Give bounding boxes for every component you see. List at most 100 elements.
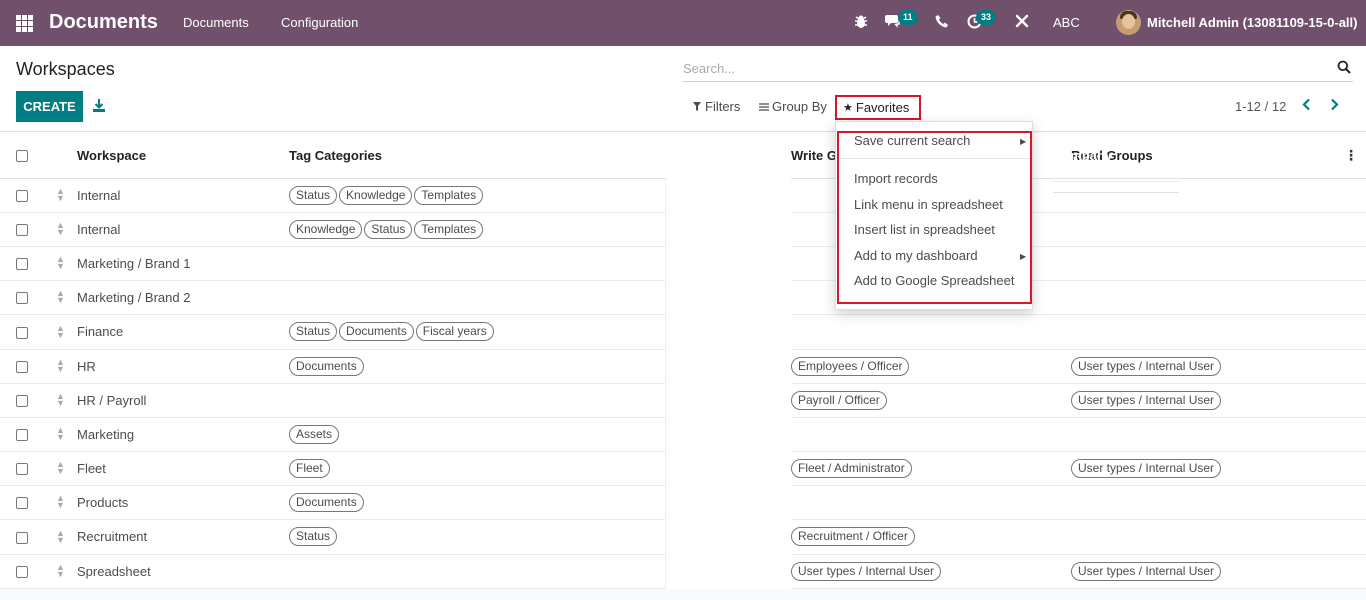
select-all-checkbox[interactable]: [16, 150, 28, 163]
table-row[interactable]: ▲ ▼ Marketing / Brand 2: [0, 181, 1366, 315]
row-checkbox[interactable]: [16, 497, 28, 510]
favorites-item-save-search[interactable]: Save current search: [854, 133, 970, 148]
table-row[interactable]: ▲ ▼ Fleet Fleet Fleet / Administrator User ty…: [0, 181, 1366, 486]
filter-icon: [693, 102, 701, 111]
row-checkbox[interactable]: [16, 429, 28, 442]
phone-icon[interactable]: [935, 14, 949, 33]
tag-badge: User types / Internal User: [1071, 458, 1222, 478]
app-brand[interactable]: Documents: [49, 11, 158, 34]
optional-columns-cell: ⋮: [1336, 133, 1366, 179]
row-checkbox[interactable]: [16, 566, 28, 579]
row-checkbox[interactable]: [16, 190, 28, 203]
download-icon[interactable]: [93, 99, 105, 112]
tag-categories-cell: Status Documents Fiscal years: [289, 314, 666, 350]
row-select-cell: [0, 212, 44, 247]
select-all-cell: [0, 133, 44, 179]
pager-next-icon[interactable]: [1330, 98, 1339, 114]
debug-bug-icon[interactable]: [854, 14, 868, 34]
drag-handle-icon[interactable]: ▲ ▼: [44, 280, 77, 315]
write-groups-cell: [791, 314, 1071, 350]
drag-handle-icon[interactable]: ▲ ▼: [44, 417, 77, 452]
drag-handle-icon[interactable]: ▲ ▼: [44, 383, 77, 418]
user-avatar[interactable]: [1116, 10, 1141, 35]
drag-handle-icon[interactable]: ▲ ▼: [44, 519, 77, 555]
drag-handle-icon[interactable]: ▲ ▼: [44, 451, 77, 486]
table-row[interactable]: ▲ ▼ HR / Payroll Payroll / Officer User type…: [0, 181, 1366, 418]
table-row[interactable]: ▲ ▼ Spreadsheet User types / Internal User U…: [0, 181, 1366, 589]
optional-columns-icon[interactable]: ⋮: [1344, 147, 1358, 163]
search-input[interactable]: [683, 58, 1323, 78]
table-row[interactable]: ▲ ▼ Products Documents: [0, 181, 1366, 520]
apps-menu-icon[interactable]: [16, 15, 33, 32]
row-checkbox[interactable]: [16, 361, 28, 374]
tag-badge: Knowledge: [339, 185, 413, 205]
table-row[interactable]: ▲ ▼ Finance Status Documents Fiscal years: [0, 181, 1366, 350]
read-groups-cell: User types / Internal User: [1071, 554, 1336, 589]
drag-handle-icon[interactable]: ▲ ▼: [44, 246, 77, 281]
table-row[interactable]: ▲ ▼ Marketing / Brand 1: [0, 181, 1366, 281]
search-icon[interactable]: [1337, 60, 1351, 74]
workspace-name: Spreadsheet: [77, 554, 289, 589]
read-groups-cell: [1071, 212, 1336, 247]
write-groups-cell: Recruitment / Officer: [791, 519, 1071, 555]
filters-label: Filters: [705, 99, 741, 114]
favorites-button[interactable]: ★ Favorites: [835, 95, 921, 120]
workspace-name: HR: [77, 349, 289, 384]
row-options-cell: [1336, 485, 1366, 520]
row-checkbox[interactable]: [16, 531, 28, 544]
drag-handle-icon[interactable]: ▲ ▼: [44, 349, 77, 384]
table-row[interactable]: ▲ ▼ HR Documents Employees / Officer User typ…: [0, 181, 1366, 384]
tools-icon[interactable]: [1015, 14, 1029, 33]
dropdown-divider: [840, 158, 1030, 159]
tag-badge: User types / Internal User: [1071, 390, 1222, 410]
read-groups-cell: User types / Internal User: [1071, 349, 1336, 384]
drag-handle-icon[interactable]: ▲ ▼: [44, 485, 77, 520]
pager-previous-icon[interactable]: [1302, 98, 1311, 114]
workspace-name: Products: [77, 485, 289, 520]
row-options-cell: [1336, 349, 1366, 384]
filters-button[interactable]: Filters: [693, 99, 740, 114]
favorites-item-google-spreadsheet[interactable]: Add to Google Spreadsheet: [854, 273, 1014, 288]
col-tag-categories[interactable]: Tag Categories: [289, 133, 665, 179]
pager-value[interactable]: 1-12 / 12: [1235, 99, 1286, 114]
row-checkbox[interactable]: [16, 463, 28, 476]
menu-documents[interactable]: Documents: [183, 15, 249, 30]
tag-categories-cell: Documents: [289, 349, 666, 384]
tag-categories-cell: Status Knowledge Templates: [289, 178, 666, 213]
table-body: ▲ ▼ Internal Status Knowledge Templates ▲ ▼ Inte…: [0, 178, 1366, 589]
activities-badge: 33: [976, 10, 997, 25]
row-options-cell: [1336, 519, 1366, 555]
user-menu[interactable]: Mitchell Admin (13081109-15-0-all): [1147, 15, 1358, 30]
row-checkbox[interactable]: [16, 395, 28, 408]
favorites-item-add-dashboard[interactable]: Add to my dashboard: [854, 248, 978, 263]
tag-badge: Status: [289, 322, 338, 341]
row-checkbox[interactable]: [16, 224, 28, 237]
page-title: Workspaces: [16, 59, 115, 79]
messages-badge: 11: [898, 10, 918, 25]
menu-configuration[interactable]: Configuration: [281, 15, 358, 30]
write-groups-cell: [791, 485, 1071, 520]
tag-badge: Employees / Officer: [791, 356, 910, 376]
table-row[interactable]: ▲ ▼ Internal Knowledge Status Templates: [0, 181, 1366, 247]
drag-handle-icon[interactable]: ▲ ▼: [44, 554, 77, 589]
tag-categories-cell: [289, 383, 666, 418]
write-groups-cell: Fleet / Administrator: [791, 451, 1071, 486]
favorites-item-link-menu[interactable]: Link menu in spreadsheet: [854, 197, 1003, 212]
table-row[interactable]: ▲ ▼ Recruitment Status Recruitment / Officer: [0, 181, 1366, 555]
groupby-button[interactable]: Group By: [759, 99, 827, 114]
row-checkbox[interactable]: [16, 292, 28, 305]
drag-handle-icon[interactable]: ▲ ▼: [44, 314, 77, 350]
drag-handle-icon[interactable]: ▲ ▼: [44, 212, 77, 247]
row-options-cell: [1336, 280, 1366, 315]
create-button[interactable]: CREATE: [16, 91, 83, 122]
favorites-item-import[interactable]: Import records: [854, 171, 938, 186]
row-checkbox[interactable]: [16, 258, 28, 271]
tag-badge: User types / Internal User: [791, 561, 942, 581]
row-checkbox[interactable]: [16, 326, 28, 339]
drag-handle-icon[interactable]: ▲ ▼: [44, 178, 77, 213]
col-workspace[interactable]: Workspace: [77, 133, 289, 179]
table-row[interactable]: ▲ ▼ Marketing Assets: [0, 181, 1366, 452]
tag-categories-cell: Fleet: [289, 451, 666, 486]
company-switcher[interactable]: ABC: [1053, 15, 1080, 30]
favorites-item-insert-list[interactable]: Insert list in spreadsheet: [854, 222, 995, 237]
